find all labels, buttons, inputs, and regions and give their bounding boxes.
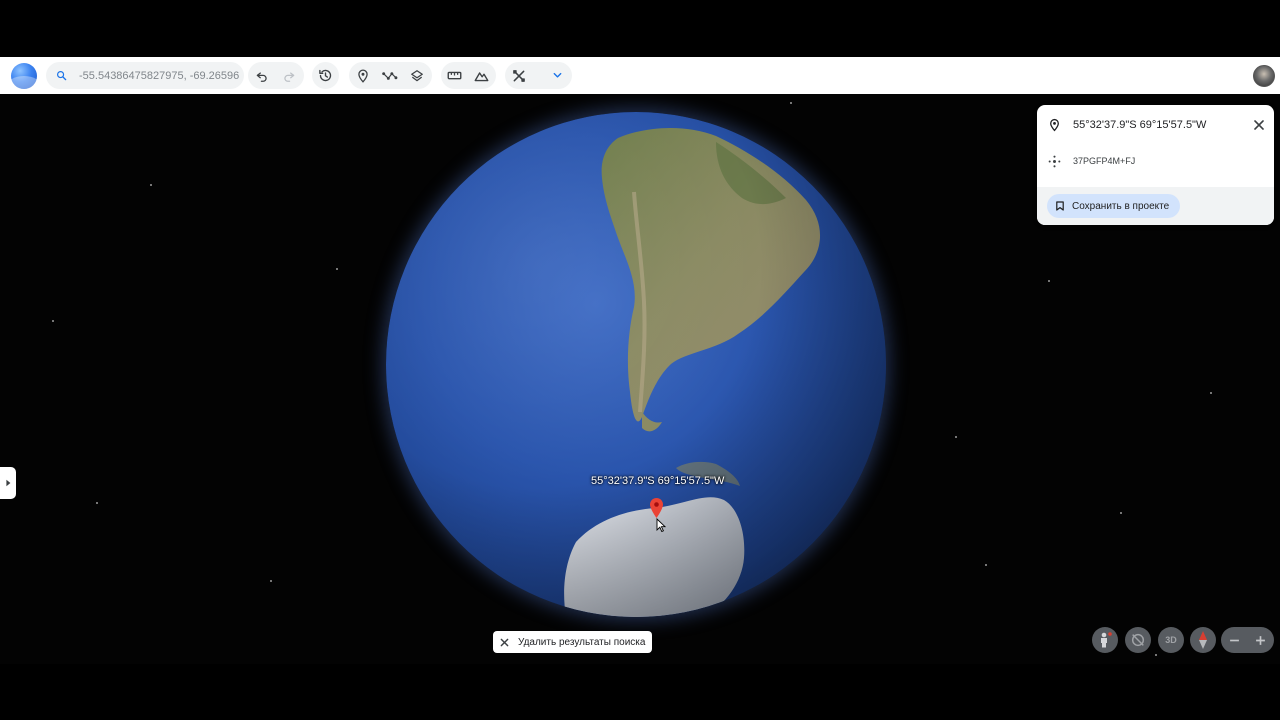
more-tools-button[interactable] [544,62,571,89]
plus-code-icon [1048,155,1061,167]
letterbox-top [0,0,1280,57]
measure-group [441,62,496,89]
star [790,102,792,104]
tools-icon [512,69,525,82]
zoom-controls [1221,627,1274,653]
star [52,320,54,322]
street-view-button[interactable] [1092,627,1118,653]
undo-icon [256,71,267,82]
earth-globe[interactable] [386,112,886,617]
close-info-panel-button[interactable] [1254,117,1264,135]
location-info-panel: 55°32'37.9"S 69°15'57.5"W 37PGFP4M+FJ Со… [1037,105,1274,225]
ruler-icon [447,71,462,80]
chevron-down-icon [553,72,562,78]
coordinates-text[interactable]: 55°32'37.9"S 69°15'57.5"W [1073,119,1206,131]
create-group [349,62,432,89]
user-avatar[interactable] [1253,65,1275,87]
path-button[interactable] [376,62,403,89]
star [270,580,272,582]
layers-icon [410,69,423,81]
undo-redo-group [248,62,304,89]
save-to-project-label: Сохранить в проекте [1072,200,1170,212]
star [150,184,152,186]
plus-code-text[interactable]: 37PGFP4M+FJ [1073,156,1135,166]
globe-shading [386,112,886,617]
compass-icon [1199,631,1207,649]
search-box[interactable] [46,62,244,89]
mouse-cursor-icon [656,518,666,532]
search-input[interactable] [79,69,239,82]
history-group [312,62,339,89]
close-icon [1254,120,1264,130]
search-icon [57,71,67,81]
google-earth-logo-icon[interactable] [11,63,37,89]
no-rotate-icon [1131,633,1145,647]
reset-tilt-button[interactable] [1125,627,1151,653]
measure-button[interactable] [441,62,468,89]
zoom-in-button[interactable] [1249,628,1273,652]
tools-group [505,62,572,89]
minus-icon [1229,639,1239,641]
pegman-icon [1101,632,1112,648]
redo-icon [283,71,294,82]
star [1120,512,1122,514]
chevron-right-icon [6,479,11,487]
placemark-icon [357,69,368,83]
letterbox-bottom [0,664,1280,720]
placemark-button[interactable] [349,62,376,89]
star [1155,654,1157,656]
history-button[interactable] [312,62,339,89]
elevation-button[interactable] [468,62,495,89]
location-pin-outline-icon [1050,118,1059,132]
location-pin-icon[interactable] [650,498,663,518]
clear-search-results-button[interactable]: Удалить результаты поиска [493,631,652,653]
globe-coordinate-label: 55°32'37.9"S 69°15'57.5"W [591,475,725,487]
star [96,502,98,504]
save-to-project-button[interactable]: Сохранить в проекте [1047,194,1181,218]
history-icon [319,69,332,82]
bookmark-icon [1056,201,1064,211]
star [955,436,957,438]
zoom-out-button[interactable] [1222,628,1246,652]
star [336,268,338,270]
layers-button[interactable] [403,62,430,89]
coordinates-row: 55°32'37.9"S 69°15'57.5"W [1037,115,1274,135]
toggle-3d-label: 3D [1165,635,1177,645]
plus-code-row: 37PGFP4M+FJ [1037,151,1274,171]
star [1048,280,1050,282]
clear-search-results-label: Удалить результаты поиска [518,636,646,648]
expand-panel-button[interactable] [0,467,16,499]
undo-button[interactable] [248,62,275,89]
info-panel-footer: Сохранить в проекте [1037,187,1274,225]
star [985,564,987,566]
toggle-3d-button[interactable]: 3D [1158,627,1184,653]
elevation-icon [474,72,489,82]
tools-button[interactable] [505,62,532,89]
compass-button[interactable] [1190,627,1216,653]
redo-button[interactable] [275,62,302,89]
toolbar [0,57,1280,94]
close-icon [500,638,509,646]
path-icon [382,71,398,80]
star [1210,392,1212,394]
plus-icon [1256,635,1266,645]
